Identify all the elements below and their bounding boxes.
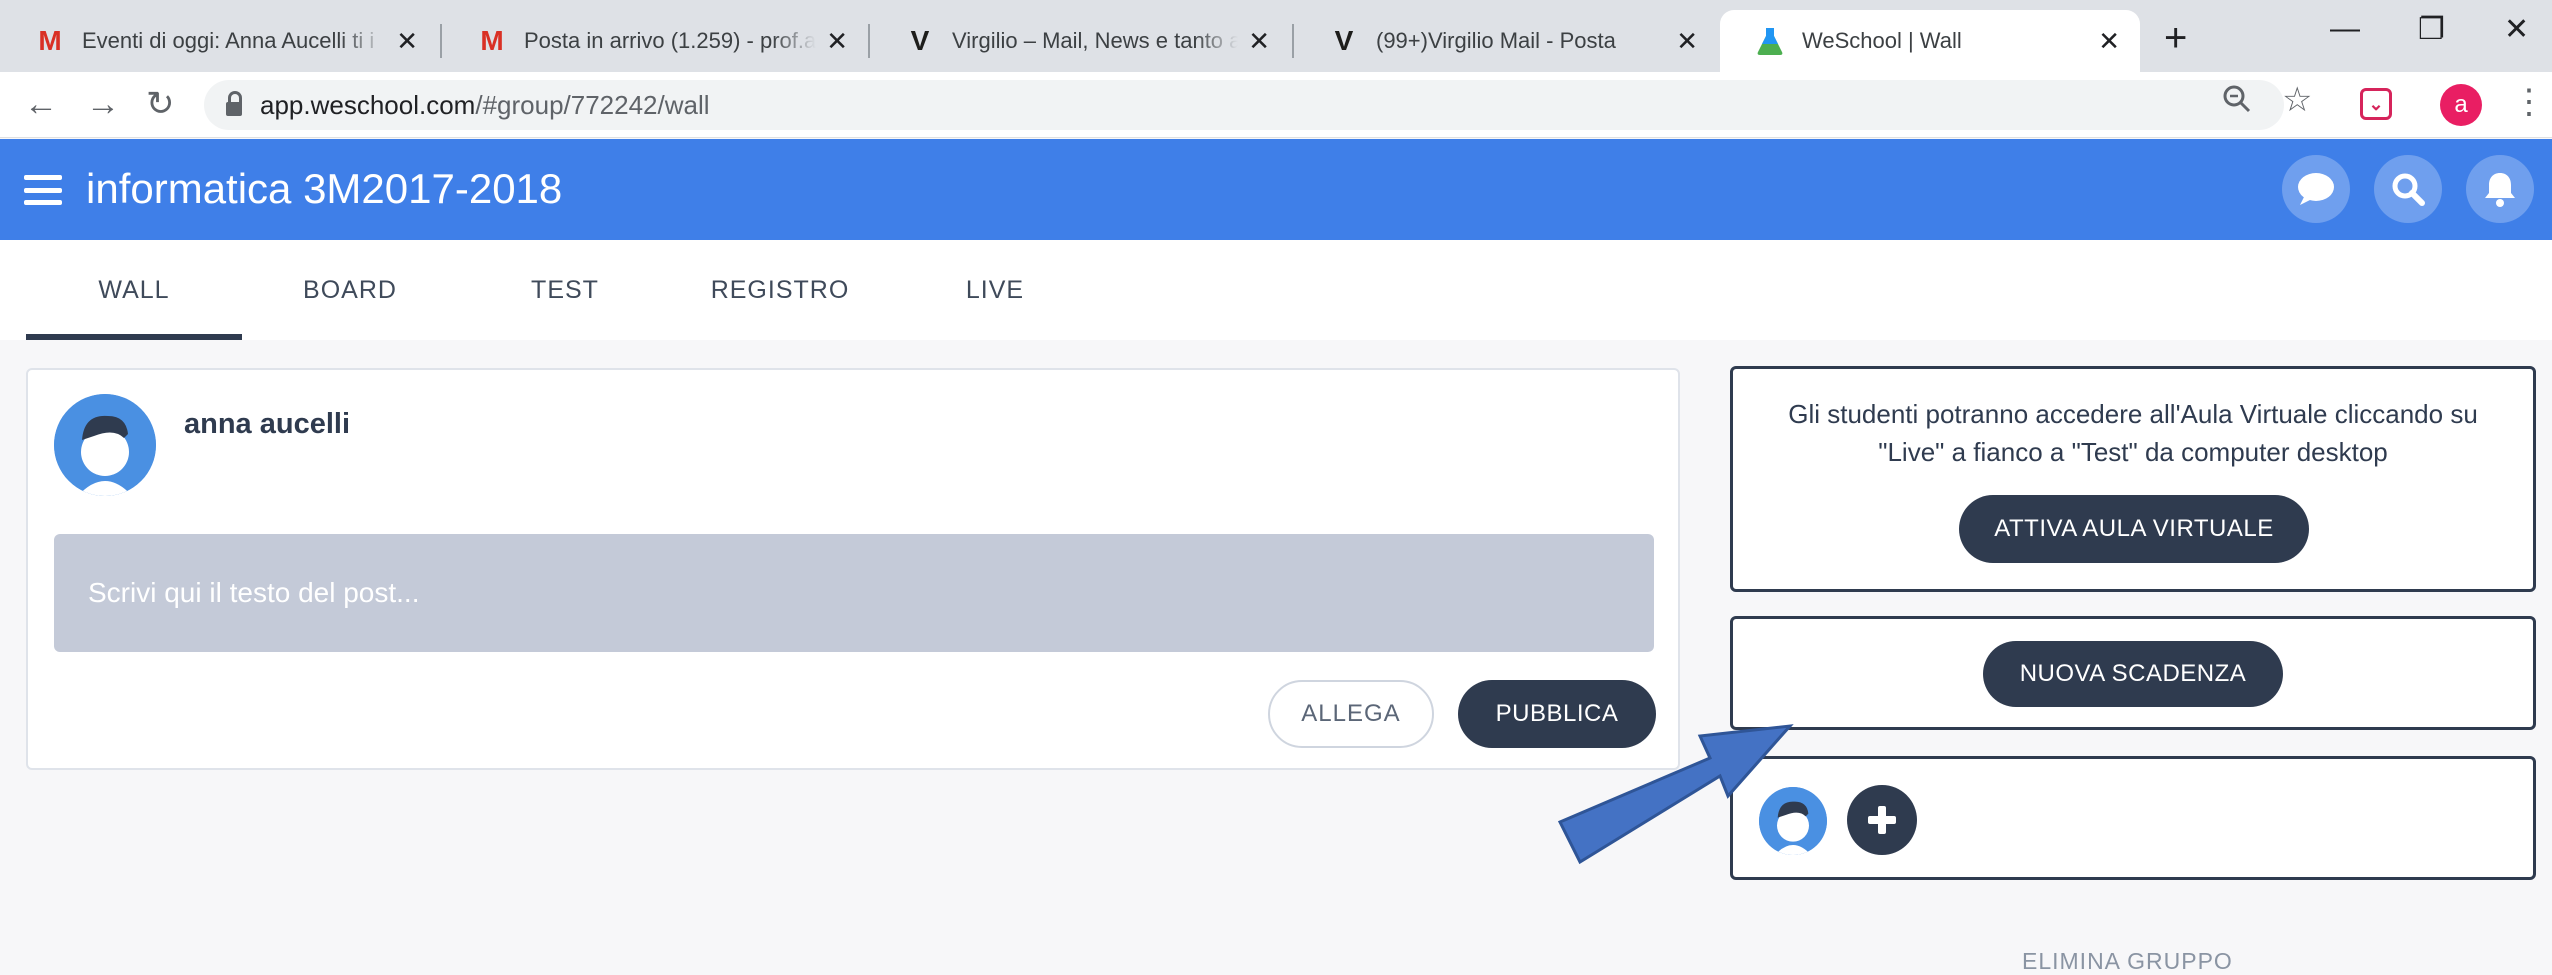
menu-icon[interactable] [24, 175, 62, 205]
tab-registro[interactable]: REGISTRO [700, 240, 860, 340]
window-close-icon[interactable]: ✕ [2504, 12, 2529, 47]
deadline-card: NUOVA SCADENZA [1730, 616, 2536, 730]
extension-pocket-icon[interactable]: ⌄ [2360, 88, 2392, 120]
tab-live[interactable]: LIVE [940, 240, 1050, 340]
browser-tab-strip: M Eventi di oggi: Anna Aucelli ti i ✕ M … [0, 0, 2552, 72]
forward-icon[interactable]: → [86, 82, 120, 126]
delete-group-link[interactable]: ELIMINA GRUPPO [2022, 948, 2233, 975]
close-tab-icon[interactable]: ✕ [396, 26, 418, 57]
restore-icon[interactable]: ❐ [2418, 12, 2445, 47]
annotation-arrow [1557, 724, 1794, 865]
url-field[interactable]: app.weschool.com/#group/772242/wall [204, 80, 2284, 130]
avatar [54, 394, 156, 496]
url-path: /#group/772242/wall [475, 89, 710, 120]
new-deadline-button[interactable]: NUOVA SCADENZA [1983, 641, 2283, 707]
weschool-flask-icon [1754, 25, 1786, 57]
add-member-button[interactable] [1847, 785, 1917, 855]
browser-tab-virgilio-mail[interactable]: V (99+)Virgilio Mail - Posta ✕ [1294, 10, 1718, 72]
post-composer: anna aucelli Scrivi qui il testo del pos… [26, 368, 1680, 770]
tab-board[interactable]: BOARD [270, 240, 430, 340]
virtual-room-info: Gli studenti potranno accedere all'Aula … [1788, 399, 2478, 467]
gmail-icon: M [38, 25, 62, 56]
reload-icon[interactable]: ↻ [146, 82, 175, 126]
members-card [1730, 756, 2536, 880]
plus-icon [1868, 806, 1896, 834]
profile-avatar[interactable]: a [2440, 84, 2482, 126]
chat-icon[interactable] [2282, 155, 2350, 223]
new-tab-icon[interactable]: + [2164, 14, 2187, 62]
browser-menu-icon[interactable]: ⋮ [2512, 82, 2546, 122]
minimize-icon[interactable]: — [2330, 12, 2360, 46]
virgilio-icon: V [1334, 25, 1354, 56]
gmail-icon: M [480, 25, 504, 56]
attach-button[interactable]: ALLEGA [1268, 680, 1434, 748]
virtual-room-card: Gli studenti potranno accedere all'Aula … [1730, 366, 2536, 592]
close-tab-icon[interactable]: ✕ [826, 26, 848, 57]
browser-tab-virgilio[interactable]: V Virgilio – Mail, News e tanto al ✕ [870, 10, 1290, 72]
search-icon[interactable] [2374, 155, 2442, 223]
browser-tab-weschool[interactable]: WeSchool | Wall ✕ [1720, 10, 2140, 72]
tab-title: Posta in arrivo (1.259) - prof.au [524, 28, 817, 53]
browser-tab-gmail-events[interactable]: M Eventi di oggi: Anna Aucelli ti i ✕ [0, 10, 438, 72]
lock-icon [226, 91, 242, 116]
back-icon[interactable]: ← [24, 82, 58, 126]
zoom-icon[interactable] [2222, 84, 2252, 122]
bookmark-star-icon[interactable]: ☆ [2282, 80, 2312, 120]
group-title: informatica 3M2017-2018 [86, 165, 563, 212]
group-tabs: WALL BOARD TEST REGISTRO LIVE [0, 240, 2552, 340]
address-bar: ← → ↻ app.weschool.com/#group/772242/wal… [0, 72, 2552, 138]
tab-test[interactable]: TEST [500, 240, 630, 340]
app-header: informatica 3M2017-2018 [0, 139, 2552, 240]
close-tab-icon[interactable]: ✕ [2098, 26, 2120, 57]
virgilio-icon: V [910, 25, 930, 56]
tab-title: Virgilio – Mail, News e tanto al [952, 28, 1239, 53]
notifications-bell-icon[interactable] [2466, 155, 2534, 223]
tab-title: WeSchool | Wall [1802, 28, 1962, 53]
post-text-input[interactable]: Scrivi qui il testo del post... [54, 534, 1654, 652]
tab-title: (99+)Virgilio Mail - Posta [1376, 28, 1616, 53]
tab-wall[interactable]: WALL [26, 240, 242, 340]
activate-virtual-room-button[interactable]: ATTIVA AULA VIRTUALE [1959, 495, 2309, 563]
tab-title: Eventi di oggi: Anna Aucelli ti i [82, 28, 375, 53]
url-host: app.weschool.com [260, 89, 476, 120]
author-name: anna aucelli [184, 408, 351, 440]
close-tab-icon[interactable]: ✕ [1248, 26, 1270, 57]
browser-tab-gmail-inbox[interactable]: M Posta in arrivo (1.259) - prof.au ✕ [442, 10, 868, 72]
close-tab-icon[interactable]: ✕ [1676, 26, 1698, 57]
